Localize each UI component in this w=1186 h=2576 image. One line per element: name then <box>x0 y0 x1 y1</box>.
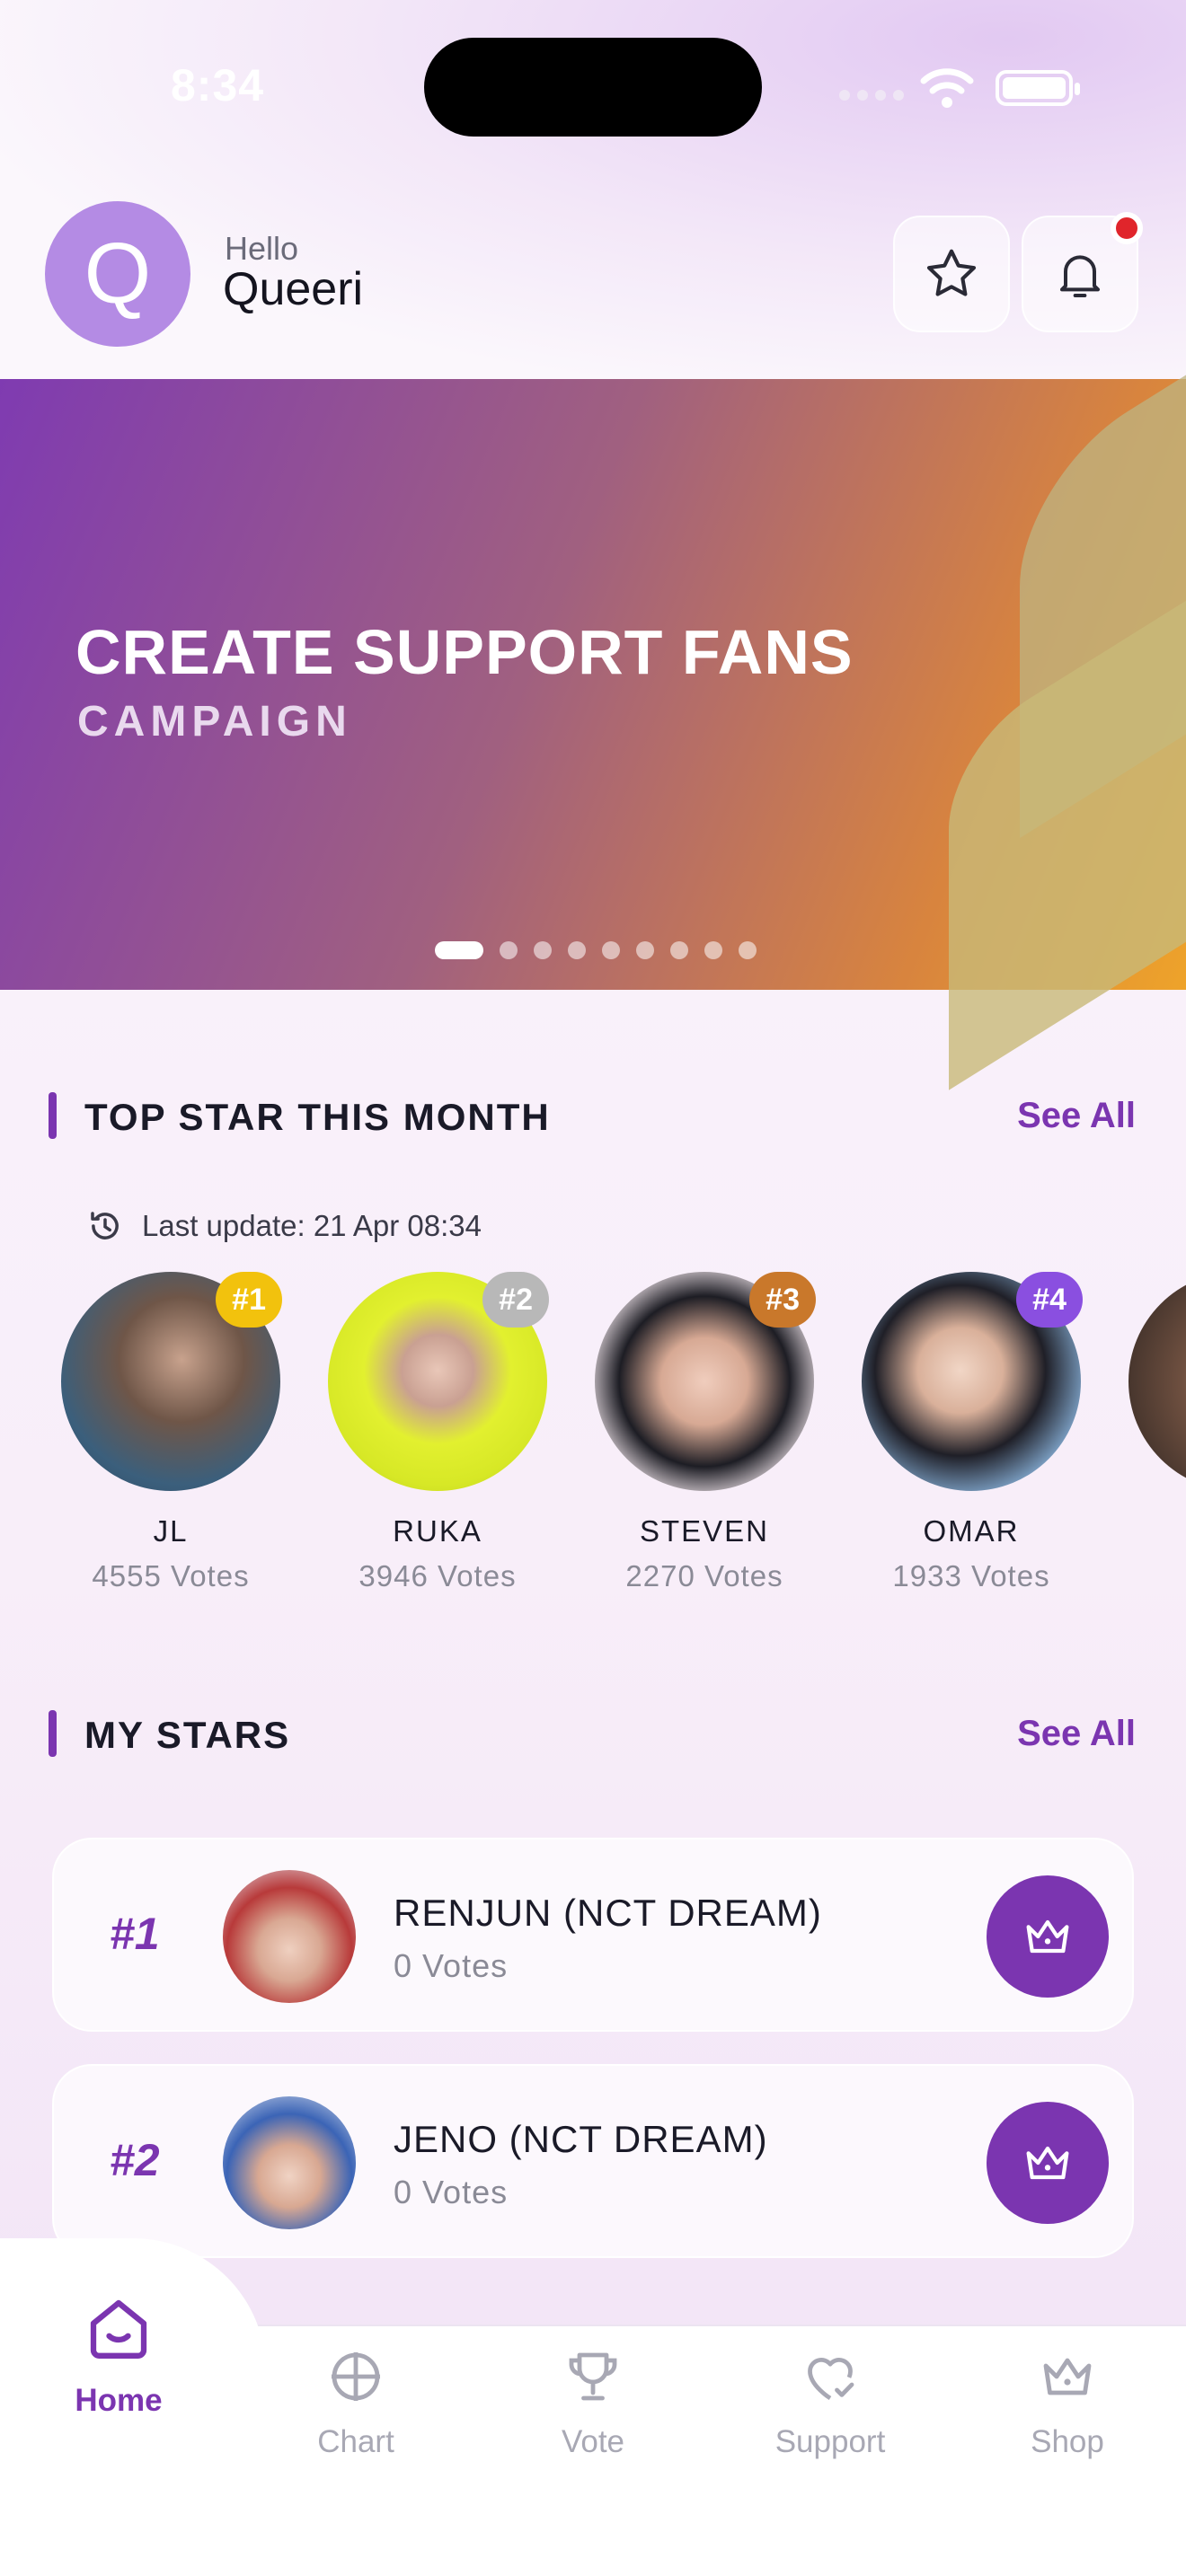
star-votes: 3946 Votes <box>358 1559 517 1592</box>
my-star-votes: 0 Votes <box>394 2174 509 2210</box>
crown-icon <box>1043 2358 1092 2395</box>
rank-badge: #3 <box>749 1272 816 1328</box>
my-star-item[interactable]: #1 RENJUN (NCT DREAM) 0 Votes <box>52 1838 1134 2032</box>
my-star-item[interactable]: #2 JENO (NCT DREAM) 0 Votes <box>52 2064 1134 2258</box>
star-name: JL <box>153 1514 189 1548</box>
nav-item-chart[interactable]: Chart <box>266 2344 446 2460</box>
star-photo <box>1128 1272 1186 1491</box>
star-name: STEVEN <box>639 1514 770 1548</box>
banner-pagination[interactable] <box>435 941 757 959</box>
star-name: RUKA <box>393 1514 482 1548</box>
star-photo: #2 <box>328 1272 549 1491</box>
nav-item-shop[interactable]: Shop <box>978 2344 1157 2460</box>
top-star-item[interactable]: #4 OMAR 1933 Votes <box>836 1272 1106 1593</box>
nav-label: Home <box>75 2383 163 2418</box>
pagination-dot[interactable] <box>704 941 722 959</box>
rank-badge: #2 <box>482 1272 549 1328</box>
bell-icon <box>1060 255 1100 297</box>
banner-title: CREATE SUPPORT FANS <box>75 617 854 687</box>
top-star-item[interactable]: 12 <box>1103 1272 1186 1548</box>
trophy-icon <box>569 2352 617 2401</box>
rank-badge: #1 <box>216 1272 282 1328</box>
my-star-rank: #2 <box>110 2135 160 2185</box>
my-star-photo <box>223 1870 356 2003</box>
my-star-rank: #1 <box>110 1909 160 1959</box>
my-stars-see-all-link[interactable]: See All <box>1017 1714 1136 1754</box>
chart-icon <box>332 2352 380 2401</box>
status-time: 8:34 <box>171 60 265 110</box>
star-photo: #3 <box>595 1272 816 1491</box>
nav-label: Chart <box>317 2424 394 2459</box>
pagination-dot[interactable] <box>670 941 688 959</box>
nav-label: Shop <box>1031 2424 1104 2459</box>
nav-item-vote[interactable]: Vote <box>503 2344 683 2460</box>
home-icon <box>90 2299 147 2359</box>
pagination-dot[interactable] <box>739 941 757 959</box>
star-icon <box>926 249 977 296</box>
my-star-photo <box>223 2096 356 2229</box>
star-votes: 12 <box>1103 1514 1186 1548</box>
star-votes: 4555 Votes <box>92 1559 250 1592</box>
my-star-votes: 0 Votes <box>394 1947 509 1984</box>
nav-label: Vote <box>561 2424 625 2459</box>
pagination-dot[interactable] <box>435 941 483 959</box>
username: Queeri <box>223 263 364 315</box>
star-name: OMAR <box>923 1514 1020 1548</box>
my-stars-title: MY STARS <box>84 1714 291 1756</box>
heart-check-icon <box>808 2358 854 2401</box>
notification-badge <box>1111 212 1143 244</box>
battery-icon <box>996 70 1080 106</box>
wifi-icon <box>920 68 974 108</box>
nav-item-support[interactable]: Support <box>740 2344 920 2460</box>
top-star-item[interactable]: #1 JL 4555 Votes <box>36 1272 305 1593</box>
section-accent-bar <box>49 1710 57 1757</box>
nav-item-home[interactable]: Home <box>29 2290 208 2419</box>
top-star-title: TOP STAR THIS MONTH <box>84 1096 551 1138</box>
crown-icon <box>1026 1919 1069 1954</box>
vote-crown-button[interactable] <box>987 1875 1109 1998</box>
pagination-dot[interactable] <box>602 941 620 959</box>
favorites-button[interactable] <box>893 216 1010 332</box>
cellular-signal-icon <box>839 90 904 101</box>
last-update: Last update: 21 Apr 08:34 <box>86 1207 482 1245</box>
nav-label: Support <box>774 2424 886 2459</box>
user-avatar[interactable]: Q <box>45 201 190 347</box>
top-star-item[interactable]: #2 RUKA 3946 Votes <box>303 1272 572 1593</box>
pagination-dot[interactable] <box>534 941 552 959</box>
pagination-dot[interactable] <box>500 941 518 959</box>
crown-icon <box>1026 2146 1069 2180</box>
pagination-dot[interactable] <box>568 941 586 959</box>
dynamic-island <box>424 38 762 137</box>
home-screen: 8:34 Q Hello Queeri CREATE SUPPORT FANS … <box>0 0 1186 2576</box>
pagination-dot[interactable] <box>636 941 654 959</box>
clock-history-icon <box>91 1212 119 1239</box>
top-star-item[interactable]: #3 STEVEN 2270 Votes <box>570 1272 839 1593</box>
banner-subtitle: CAMPAIGN <box>77 698 352 745</box>
star-votes: 1933 Votes <box>892 1559 1050 1592</box>
top-star-see-all-link[interactable]: See All <box>1017 1096 1136 1136</box>
star-votes: 2270 Votes <box>625 1559 783 1592</box>
last-update-text: Last update: 21 Apr 08:34 <box>142 1209 482 1242</box>
star-photo: #1 <box>61 1272 282 1491</box>
my-star-name: JENO (NCT DREAM) <box>394 2118 768 2160</box>
my-star-name: RENJUN (NCT DREAM) <box>394 1892 822 1934</box>
section-accent-bar <box>49 1092 57 1139</box>
star-photo: #4 <box>862 1272 1083 1491</box>
vote-crown-button[interactable] <box>987 2102 1109 2224</box>
rank-badge: #4 <box>1016 1272 1083 1328</box>
